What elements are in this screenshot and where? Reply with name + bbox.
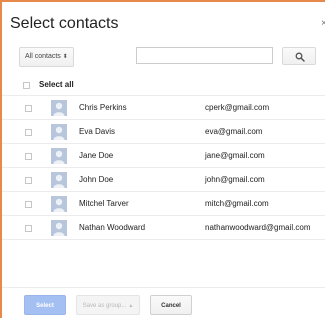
contact-name: John Doe	[79, 175, 114, 184]
person-silhouette-icon	[51, 148, 67, 164]
person-silhouette-icon	[51, 220, 67, 236]
contact-checkbox[interactable]	[25, 153, 32, 160]
search-button[interactable]	[282, 47, 316, 65]
select-contacts-dialog: Select contacts × All contacts⬍ Select a…	[0, 0, 325, 318]
contact-checkbox[interactable]	[25, 225, 32, 232]
avatar	[51, 124, 67, 140]
list-item[interactable]: Mitchel Tarver mitch@gmail.com	[2, 191, 325, 215]
search-icon	[295, 52, 305, 62]
list-item[interactable]: Eva Davis eva@gmail.com	[2, 119, 325, 143]
avatar	[51, 172, 67, 188]
contact-checkbox[interactable]	[25, 177, 32, 184]
save-as-group-button[interactable]: Save as group... ▲	[76, 295, 140, 315]
close-icon[interactable]: ×	[321, 19, 325, 29]
select-all-checkbox[interactable]	[23, 82, 30, 89]
select-all-label: Select all	[39, 80, 74, 89]
list-item[interactable]: Jane Doe jane@gmail.com	[2, 143, 325, 167]
contact-name: Eva Davis	[79, 127, 116, 136]
contact-name: Mitchel Tarver	[79, 199, 129, 208]
person-silhouette-icon	[51, 172, 67, 188]
list-item[interactable]: Chris Perkins cperk@gmail.com	[2, 95, 325, 119]
contact-email: john@gmail.com	[205, 175, 265, 184]
contact-checkbox[interactable]	[25, 105, 32, 112]
list-item[interactable]: Nathan Woodward nathanwoodward@gmail.com	[2, 215, 325, 240]
footer-divider	[2, 287, 325, 288]
contact-name: Nathan Woodward	[79, 223, 146, 232]
save-as-group-label: Save as group...	[82, 303, 127, 309]
contacts-filter-dropdown[interactable]: All contacts ⬍	[19, 47, 74, 67]
person-silhouette-icon	[51, 100, 67, 116]
search-input[interactable]	[136, 47, 273, 64]
contact-checkbox[interactable]	[25, 201, 32, 208]
contact-email: mitch@gmail.com	[205, 199, 269, 208]
avatar	[51, 148, 67, 164]
contact-email: cperk@gmail.com	[205, 103, 270, 112]
avatar	[51, 196, 67, 212]
list-item[interactable]: John Doe john@gmail.com	[2, 167, 325, 191]
contact-checkbox[interactable]	[25, 129, 32, 136]
contact-email: nathanwoodward@gmail.com	[205, 223, 311, 232]
contact-name: Chris Perkins	[79, 103, 127, 112]
avatar	[51, 100, 67, 116]
avatar	[51, 220, 67, 236]
cancel-button[interactable]: Cancel	[150, 295, 192, 315]
contact-email: jane@gmail.com	[205, 151, 265, 160]
person-silhouette-icon	[51, 124, 67, 140]
caret-up-icon: ▲	[128, 303, 134, 309]
contact-name: Jane Doe	[79, 151, 114, 160]
contacts-filter-label: All contacts	[25, 53, 61, 60]
updown-arrows-icon: ⬍	[62, 54, 68, 60]
person-silhouette-icon	[51, 196, 67, 212]
dialog-title: Select contacts	[10, 15, 119, 32]
contact-email: eva@gmail.com	[205, 127, 263, 136]
select-button[interactable]: Select	[24, 295, 66, 315]
